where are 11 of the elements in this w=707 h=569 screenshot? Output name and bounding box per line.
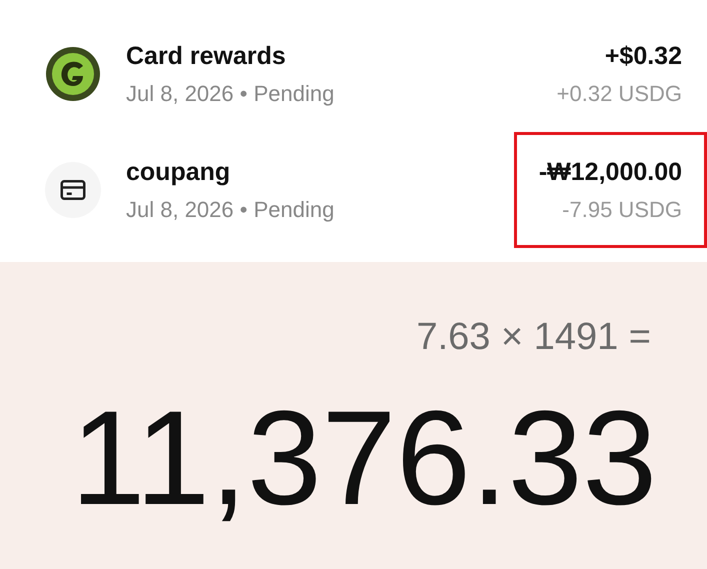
transaction-name: coupang: [126, 156, 232, 188]
transaction-date: Jul 8, 2026 • Pending: [126, 196, 336, 224]
amount: -₩12,000.00: [538, 156, 682, 188]
transaction-name: Card rewards: [126, 40, 287, 72]
calculator-expression: 7.63 × 1491 =: [416, 318, 652, 356]
amount-usdg: -7.95 USDG: [562, 196, 682, 224]
calculator-result: 11,376.33: [70, 392, 657, 526]
amount-usdg: +0.32 USDG: [556, 80, 682, 108]
transaction-date: Jul 8, 2026 • Pending: [126, 80, 336, 108]
amount: +$0.32: [604, 40, 682, 72]
logo-icon: [45, 46, 101, 102]
